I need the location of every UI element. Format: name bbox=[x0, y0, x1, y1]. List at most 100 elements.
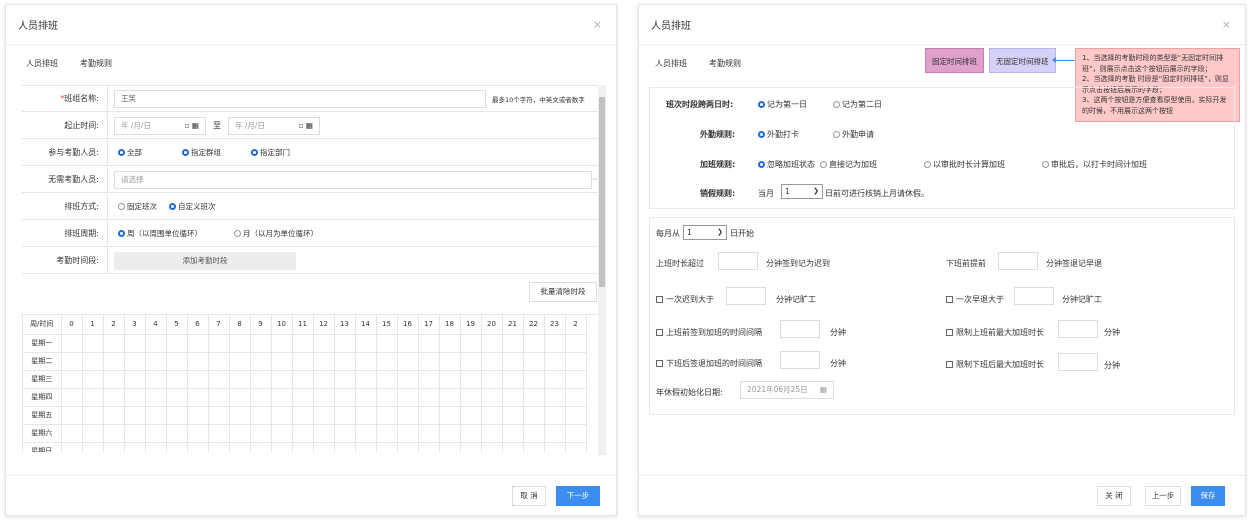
grid-cell[interactable] bbox=[145, 442, 167, 452]
grid-cell[interactable] bbox=[292, 352, 314, 371]
grid-cell[interactable] bbox=[523, 334, 545, 353]
grid-cell[interactable] bbox=[250, 424, 272, 443]
grid-cell[interactable] bbox=[460, 334, 482, 353]
grid-cell[interactable] bbox=[61, 424, 83, 443]
radio-field-punch[interactable]: 外勤打卡 bbox=[758, 129, 799, 140]
grid-cell[interactable] bbox=[145, 388, 167, 407]
grid-cell[interactable] bbox=[208, 442, 230, 452]
month-start-select[interactable]: 1 ❯ bbox=[683, 225, 727, 240]
grid-cell[interactable] bbox=[82, 442, 104, 452]
grid-cell[interactable] bbox=[208, 424, 230, 443]
grid-cell[interactable] bbox=[460, 406, 482, 425]
grid-cell[interactable] bbox=[544, 424, 566, 443]
batch-clear-button[interactable]: 批量清除时段 bbox=[529, 282, 597, 302]
grid-cell[interactable] bbox=[124, 334, 146, 353]
grid-cell[interactable] bbox=[523, 388, 545, 407]
grid-cell[interactable] bbox=[481, 442, 503, 452]
after-max-input[interactable] bbox=[1058, 353, 1098, 371]
grid-cell[interactable] bbox=[166, 352, 188, 371]
end-date-input[interactable]: 年 /月/日 ▫ ▦ bbox=[228, 116, 320, 135]
grid-cell[interactable] bbox=[565, 388, 587, 407]
tab-schedule[interactable]: 人员排班 bbox=[655, 59, 687, 68]
grid-cell[interactable] bbox=[460, 442, 482, 452]
grid-cell[interactable] bbox=[208, 370, 230, 389]
grid-cell[interactable] bbox=[229, 406, 251, 425]
grid-cell[interactable] bbox=[418, 334, 440, 353]
grid-cell[interactable] bbox=[376, 352, 398, 371]
grid-cell[interactable] bbox=[82, 352, 104, 371]
early-minutes-input[interactable] bbox=[998, 252, 1038, 270]
grid-cell[interactable] bbox=[271, 370, 293, 389]
grid-cell[interactable] bbox=[208, 388, 230, 407]
grid-cell[interactable] bbox=[82, 334, 104, 353]
radio-fixed-shift[interactable]: 固定班次 bbox=[118, 201, 157, 212]
grid-cell[interactable] bbox=[103, 424, 125, 443]
grid-cell[interactable] bbox=[208, 334, 230, 353]
grid-cell[interactable] bbox=[439, 442, 461, 452]
exempt-input[interactable]: 请选择 bbox=[114, 170, 592, 189]
grid-cell[interactable] bbox=[208, 352, 230, 371]
grid-cell[interactable] bbox=[124, 424, 146, 443]
grid-cell[interactable] bbox=[124, 442, 146, 452]
tab-rules[interactable]: 考勤规则 bbox=[80, 59, 112, 68]
grid-cell[interactable] bbox=[250, 442, 272, 452]
grid-cell[interactable] bbox=[397, 352, 419, 371]
grid-cell[interactable] bbox=[82, 424, 104, 443]
grid-cell[interactable] bbox=[397, 370, 419, 389]
grid-cell[interactable] bbox=[103, 352, 125, 371]
grid-cell[interactable] bbox=[502, 406, 524, 425]
grid-cell[interactable] bbox=[229, 442, 251, 452]
grid-cell[interactable] bbox=[481, 424, 503, 443]
grid-cell[interactable] bbox=[376, 334, 398, 353]
grid-cell[interactable] bbox=[229, 334, 251, 353]
tab-schedule[interactable]: 人员排班 bbox=[26, 59, 58, 68]
grid-cell[interactable] bbox=[397, 406, 419, 425]
grid-cell[interactable] bbox=[103, 370, 125, 389]
late-absence-checkbox[interactable] bbox=[656, 296, 663, 303]
grid-cell[interactable] bbox=[355, 334, 377, 353]
grid-cell[interactable] bbox=[565, 406, 587, 425]
radio-month[interactable]: 月（以月为单位循环） bbox=[234, 228, 318, 239]
grid-cell[interactable] bbox=[124, 406, 146, 425]
radio-approval-duration-ot[interactable]: 以审批时长计算加班 bbox=[924, 159, 1005, 170]
fixed-time-tag[interactable]: 固定时间排班 bbox=[925, 48, 984, 73]
grid-cell[interactable] bbox=[271, 334, 293, 353]
grid-cell[interactable] bbox=[544, 406, 566, 425]
grid-cell[interactable] bbox=[565, 370, 587, 389]
scrollbar-thumb[interactable] bbox=[599, 97, 605, 287]
grid-cell[interactable] bbox=[82, 406, 104, 425]
grid-cell[interactable] bbox=[565, 424, 587, 443]
grid-cell[interactable] bbox=[523, 352, 545, 371]
grid-cell[interactable] bbox=[544, 352, 566, 371]
grid-cell[interactable] bbox=[166, 334, 188, 353]
grid-cell[interactable] bbox=[523, 424, 545, 443]
before-gap-checkbox[interactable] bbox=[656, 329, 663, 336]
before-gap-input[interactable] bbox=[780, 320, 820, 338]
grid-cell[interactable] bbox=[124, 388, 146, 407]
radio-first-day[interactable]: 记为第一日 bbox=[758, 99, 807, 110]
grid-cell[interactable] bbox=[229, 388, 251, 407]
calendar-icon[interactable]: ▫ ▦ bbox=[298, 118, 313, 134]
grid-cell[interactable] bbox=[334, 388, 356, 407]
tab-rules[interactable]: 考勤规则 bbox=[709, 59, 741, 68]
grid-cell[interactable] bbox=[418, 352, 440, 371]
flexible-time-tag[interactable]: 无固定时间排班 bbox=[989, 48, 1056, 73]
calendar-icon[interactable]: ▫ ▦ bbox=[184, 118, 199, 134]
grid-cell[interactable] bbox=[61, 388, 83, 407]
grid-cell[interactable] bbox=[103, 334, 125, 353]
grid-cell[interactable] bbox=[544, 334, 566, 353]
grid-cell[interactable] bbox=[187, 406, 209, 425]
late-absence-input[interactable] bbox=[726, 287, 766, 305]
grid-cell[interactable] bbox=[460, 424, 482, 443]
grid-cell[interactable] bbox=[334, 406, 356, 425]
close-icon[interactable]: × bbox=[593, 18, 602, 31]
grid-cell[interactable] bbox=[523, 370, 545, 389]
grid-cell[interactable] bbox=[418, 388, 440, 407]
close-icon[interactable]: × bbox=[1222, 18, 1231, 31]
grid-cell[interactable] bbox=[124, 370, 146, 389]
grid-cell[interactable] bbox=[439, 352, 461, 371]
grid-cell[interactable] bbox=[481, 406, 503, 425]
grid-cell[interactable] bbox=[313, 406, 335, 425]
grid-cell[interactable] bbox=[439, 424, 461, 443]
grid-cell[interactable] bbox=[334, 370, 356, 389]
